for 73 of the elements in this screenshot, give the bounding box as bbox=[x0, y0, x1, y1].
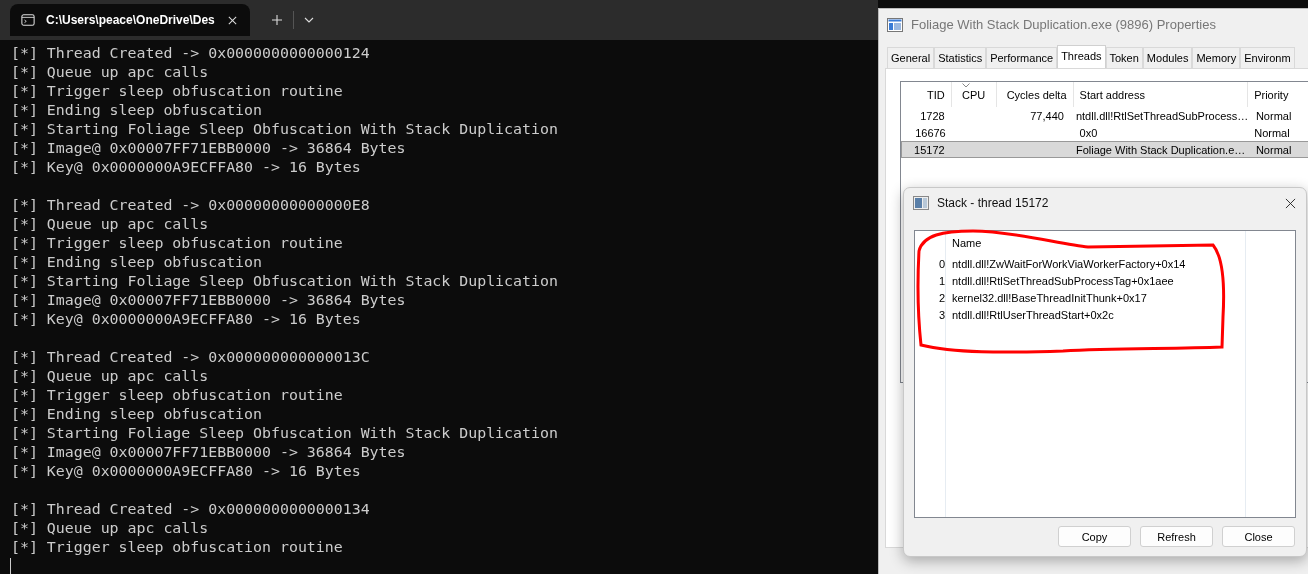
stack-frame[interactable]: kernel32.dll!BaseThreadInitThunk+0x17 bbox=[952, 290, 1245, 307]
console-line: [*] Trigger sleep obfuscation routine bbox=[11, 82, 344, 101]
window-title: Foliage With Stack Duplication.exe (9896) Properties bbox=[911, 17, 1216, 32]
console-line: [*] Starting Foliage Sleep Obfuscation With Stack Duplication bbox=[11, 424, 559, 443]
console-line: [*] Thread Created -> 0x00000000000000E8 bbox=[11, 196, 371, 215]
console-line: [*] Queue up apc calls bbox=[11, 519, 210, 538]
table-cell: Foliage With Stack Duplication.e… bbox=[1075, 143, 1246, 156]
tab[interactable]: Statistics bbox=[934, 47, 987, 68]
tab[interactable]: General bbox=[887, 47, 935, 68]
table-cell: 16676 bbox=[915, 126, 946, 139]
console-line: [*] Image@ 0x00007FF71EBB0000 -> 36864 Bytes bbox=[11, 443, 407, 462]
close-icon[interactable] bbox=[1285, 197, 1296, 209]
console-line: [*] Image@ 0x00007FF71EBB0000 -> 36864 Bytes bbox=[11, 291, 407, 310]
console-line: [*] Thread Created -> 0x000000000000013C bbox=[11, 348, 371, 367]
tab[interactable]: Modules bbox=[1142, 47, 1193, 68]
console-line: [*] Thread Created -> 0x0000000000000124 bbox=[11, 44, 371, 63]
console-line: [*] Starting Foliage Sleep Obfuscation With Stack Duplication bbox=[11, 272, 559, 291]
frame-index: 0 bbox=[937, 257, 945, 272]
terminal-tab[interactable]: C:\Users\peace\OneDrive\Des bbox=[10, 4, 250, 36]
tab[interactable]: Environm bbox=[1240, 47, 1295, 68]
console-line: [*] Ending sleep obfuscation bbox=[11, 405, 264, 424]
dialog-button[interactable]: Copy bbox=[1058, 526, 1131, 547]
tab[interactable]: Token bbox=[1105, 47, 1143, 68]
column-header[interactable]: TID bbox=[901, 82, 952, 107]
table-cell: 77,440 bbox=[1030, 109, 1064, 122]
text-cursor bbox=[10, 558, 11, 574]
table-cell: Normal bbox=[1254, 126, 1290, 139]
dialog-button[interactable]: Refresh bbox=[1140, 526, 1213, 547]
table-row[interactable]: 1728 77,440 ntdll.dll!RtlSetThreadSubProcess… Normal bbox=[901, 107, 1308, 124]
stack-frame[interactable]: ntdll.dll!ZwWaitForWorkViaWorkerFactory+0x14 bbox=[952, 256, 1245, 273]
console-line: [*] Trigger sleep obfuscation routine bbox=[11, 234, 344, 253]
console-line: [*] Queue up apc calls bbox=[11, 367, 210, 386]
table-cell: 0x0 bbox=[1079, 126, 1098, 139]
table-cell: ntdll.dll!RtlSetThreadSubProcess… bbox=[1075, 109, 1249, 122]
console-line: [*] Key@ 0x0000000A9ECFFA80 -> 16 Bytes bbox=[11, 462, 362, 481]
console-line: [*] Ending sleep obfuscation bbox=[11, 253, 264, 272]
console-line: [*] Queue up apc calls bbox=[11, 63, 210, 82]
window-icon bbox=[887, 17, 903, 32]
stack-frame[interactable]: ntdll.dll!RtlSetThreadSubProcessTag+0x1aee bbox=[952, 273, 1245, 290]
chevron-down-icon[interactable] bbox=[304, 17, 314, 23]
dialog-button[interactable]: Close bbox=[1222, 526, 1295, 547]
stack-frame[interactable]: ntdll.dll!RtlUserThreadStart+0x2c bbox=[952, 307, 1245, 324]
console-line: [*] Trigger sleep obfuscation routine bbox=[11, 386, 344, 405]
tab-title: C:\Users\peace\OneDrive\Des bbox=[46, 13, 215, 27]
tab[interactable]: Memory bbox=[1192, 47, 1241, 68]
console-line: [*] Starting Foliage Sleep Obfuscation With Stack Duplication bbox=[11, 120, 559, 139]
frame-index: 1 bbox=[937, 274, 945, 289]
console-line: [*] Ending sleep obfuscation bbox=[11, 101, 264, 120]
table-cell: Normal bbox=[1255, 109, 1292, 122]
column-header[interactable]: CPU bbox=[951, 82, 997, 107]
tab[interactable]: Threads bbox=[1057, 45, 1106, 68]
console-line: [*] Queue up apc calls bbox=[11, 215, 210, 234]
column-header[interactable]: Priority bbox=[1248, 82, 1308, 107]
console-line: [*] Trigger sleep obfuscation routine bbox=[11, 538, 344, 557]
terminal-icon bbox=[20, 13, 36, 27]
console-line: [*] Key@ 0x0000000A9ECFFA80 -> 16 Bytes bbox=[11, 158, 362, 177]
dialog-title: Stack - thread 15172 bbox=[937, 196, 1049, 210]
column-header[interactable]: Start address bbox=[1073, 82, 1249, 107]
frame-index: 3 bbox=[937, 308, 945, 323]
plus-icon[interactable] bbox=[271, 14, 283, 26]
table-cell: 1728 bbox=[920, 109, 945, 122]
console-line: [*] Key@ 0x0000000A9ECFFA80 -> 16 Bytes bbox=[11, 310, 362, 329]
console-line: [*] Thread Created -> 0x0000000000000134 bbox=[11, 500, 371, 519]
frame-index: 2 bbox=[937, 291, 945, 306]
table-row[interactable]: 16676 0x0 Normal bbox=[901, 124, 1308, 141]
window-icon bbox=[913, 196, 929, 210]
tab[interactable]: Performance bbox=[986, 47, 1058, 68]
column-header[interactable]: Name bbox=[952, 231, 1245, 256]
table-row[interactable]: 15172 Foliage With Stack Duplication.e… Normal bbox=[901, 141, 1308, 158]
table-cell: 15172 bbox=[914, 143, 945, 156]
console-line: [*] Image@ 0x00007FF71EBB0000 -> 36864 Bytes bbox=[11, 139, 407, 158]
table-cell: Normal bbox=[1255, 143, 1292, 156]
column-header[interactable]: Cycles delta bbox=[996, 82, 1074, 107]
